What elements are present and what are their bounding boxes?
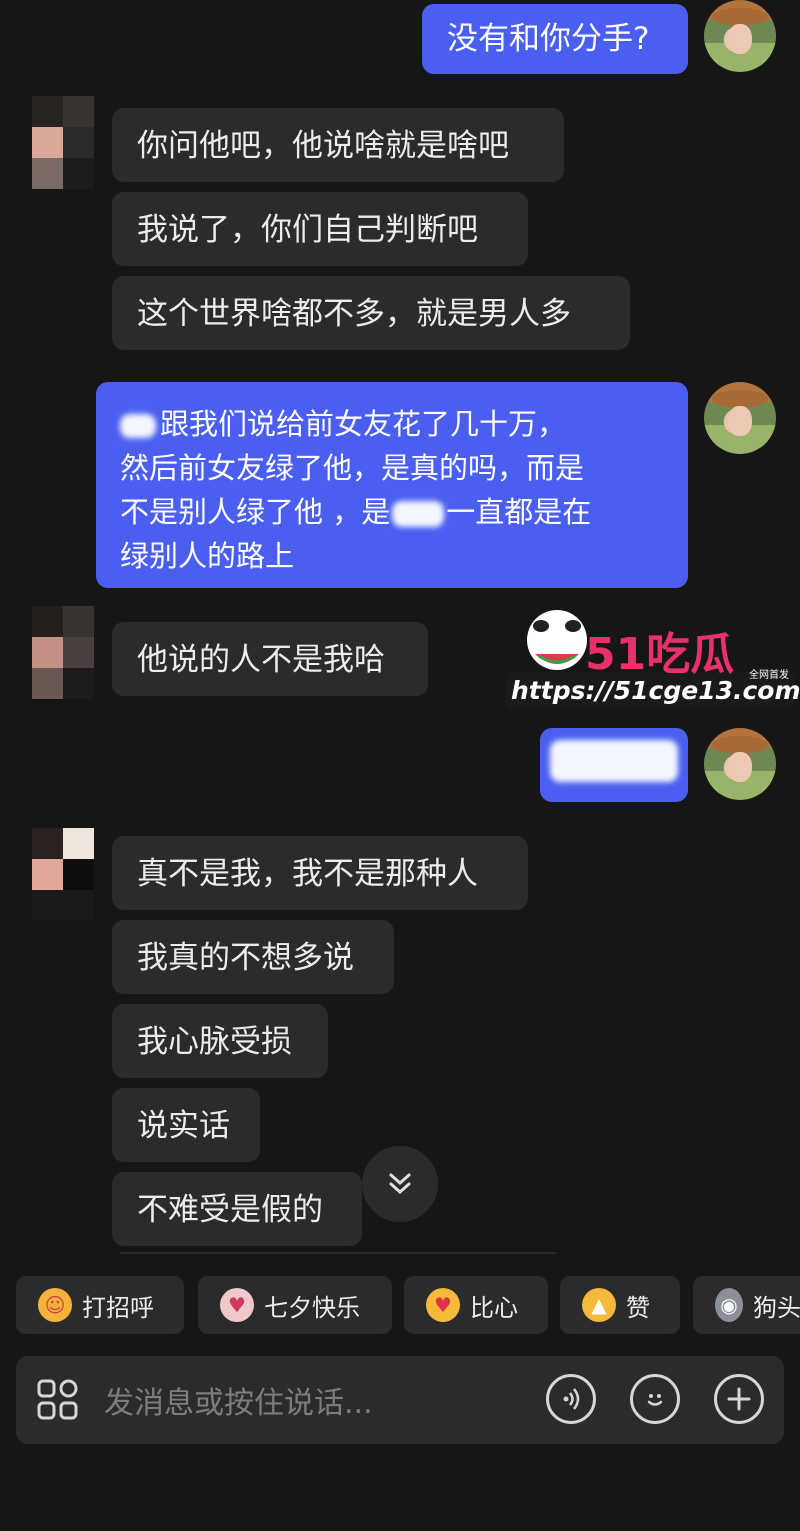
chip-label: 打招呼 (82, 1293, 154, 1322)
message-line: 不是别人绿了他 ，是 一直都是在 (120, 495, 592, 529)
watermark-logo: 51吃瓜 全网首发 https://51cge13.com (505, 602, 800, 708)
more-button[interactable] (714, 1374, 764, 1424)
message-line: 绿别人的路上 (120, 539, 295, 573)
message-input-bar: 发消息或按住说话... (16, 1356, 784, 1444)
divider (120, 1252, 556, 1254)
message-bubble-outgoing[interactable]: 没有和你分手? (422, 4, 688, 74)
redacted-content (550, 740, 678, 782)
voice-button[interactable] (546, 1374, 596, 1424)
smile-face-emoji-icon: ☺ (38, 1288, 72, 1322)
message-line: 跟我们说给前女友花了几十万， (120, 402, 664, 446)
message-bubble-outgoing-redacted[interactable] (540, 728, 688, 802)
emoji-button[interactable] (630, 1374, 680, 1424)
double-chevron-down-icon (389, 1173, 411, 1195)
watermark-url: https://51cge13.com (511, 676, 800, 705)
message-line: 然后前女友绿了他，是真的吗，而是 (120, 451, 585, 485)
chip-label: 比心 (470, 1293, 518, 1322)
chip-label: 赞 (626, 1293, 650, 1322)
thumbs-up-emoji-icon: ▲ (582, 1288, 616, 1322)
cupid-emoji-icon: ♥ (220, 1288, 254, 1322)
heart-hand-emoji-icon: ♥ (426, 1288, 460, 1322)
message-bubble-incoming[interactable]: 我心脉受损 (112, 1004, 328, 1078)
contact-avatar-pixelated[interactable] (32, 828, 94, 921)
chip-label: 狗头 (753, 1293, 800, 1322)
message-bubble-incoming[interactable]: 这个世界啥都不多，就是男人多 (112, 276, 630, 350)
self-avatar[interactable] (704, 728, 776, 800)
quick-reply-chip[interactable]: ♥ 比心 (404, 1276, 548, 1334)
message-bubble-incoming[interactable]: 我说了，你们自己判断吧 (112, 192, 528, 266)
apps-grid-icon[interactable] (36, 1378, 80, 1422)
redacted-name (392, 501, 445, 527)
message-bubble-incoming[interactable]: 你问他吧，他说啥就是啥吧 (112, 108, 564, 182)
quick-reply-chip[interactable]: ♥ 七夕快乐 (198, 1276, 392, 1334)
message-bubble-incoming[interactable]: 不难受是假的 (112, 1172, 362, 1246)
message-bubble-outgoing-long[interactable]: 跟我们说给前女友花了几十万， 然后前女友绿了他，是真的吗，而是 不是别人绿了他 … (96, 382, 688, 588)
message-bubble-incoming[interactable]: 说实话 (112, 1088, 260, 1162)
plus-icon (727, 1387, 751, 1411)
self-avatar[interactable] (704, 0, 776, 72)
contact-avatar-pixelated[interactable] (32, 606, 94, 699)
message-bubble-incoming[interactable]: 真不是我，我不是那种人 (112, 836, 528, 910)
scroll-to-bottom-button[interactable] (362, 1146, 438, 1222)
contact-avatar-pixelated[interactable] (32, 96, 94, 189)
chip-label: 七夕快乐 (264, 1293, 360, 1322)
quick-reply-chip[interactable]: ◉ 狗头 (693, 1276, 800, 1334)
quick-reply-bar: ☺ 打招呼 ♥ 七夕快乐 ♥ 比心 ▲ 赞 ◉ 狗头 (16, 1276, 800, 1336)
dog-head-emoji-icon: ◉ (715, 1288, 743, 1322)
message-bubble-incoming[interactable]: 我真的不想多说 (112, 920, 394, 994)
voice-wave-icon (563, 1388, 580, 1410)
quick-reply-chip[interactable]: ☺ 打招呼 (16, 1276, 184, 1334)
watermark-brand: 51吃瓜 (585, 629, 735, 680)
redacted-name (120, 414, 156, 438)
message-input[interactable]: 发消息或按住说话... (104, 1378, 373, 1422)
message-bubble-incoming[interactable]: 他说的人不是我哈 (112, 622, 428, 696)
quick-reply-chip[interactable]: ▲ 赞 (560, 1276, 680, 1334)
smiley-icon (647, 1394, 663, 1406)
self-avatar[interactable] (704, 382, 776, 454)
